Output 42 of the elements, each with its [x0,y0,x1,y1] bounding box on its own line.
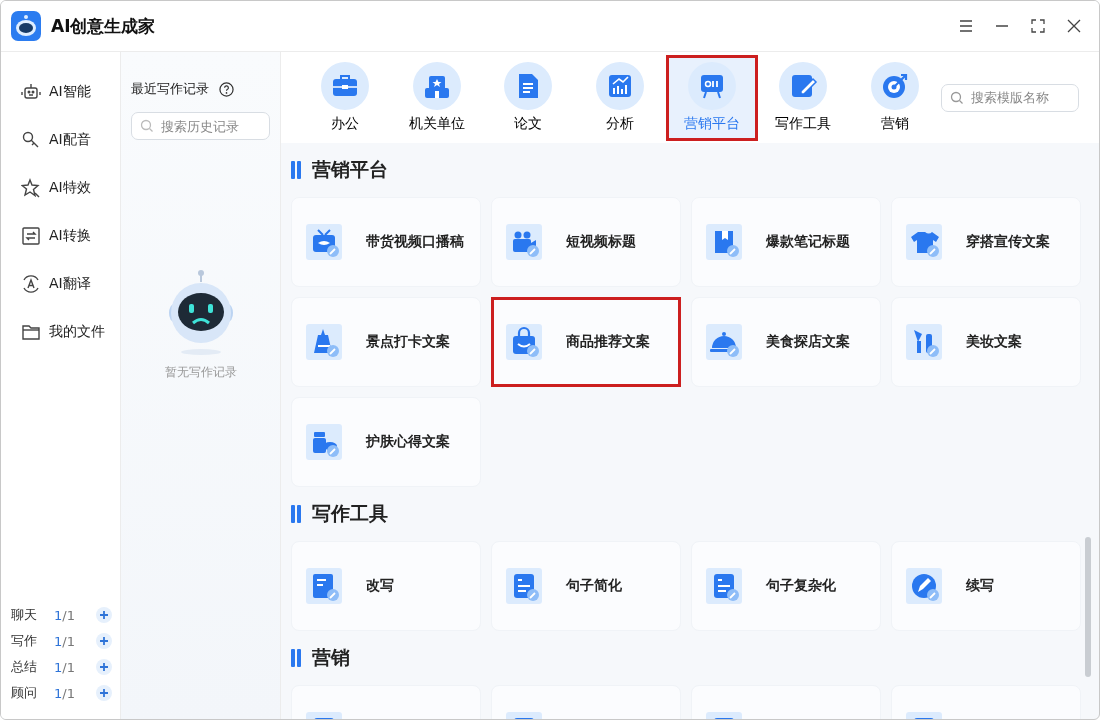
template-card[interactable]: 改写 [291,541,481,631]
section-title: 营销 [312,645,350,670]
quota-label: 顾问 [11,684,38,702]
category-tab[interactable]: 营销 [849,54,942,141]
quota-count: 1/1 [54,659,76,675]
template-card[interactable]: 景点打卡文案 [291,297,481,387]
quota-count: 1/1 [54,633,76,649]
history-search-field[interactable]: 搜索历史记录 [131,112,270,140]
nav-item[interactable]: AI智能 [21,78,95,106]
category-tab[interactable]: 写作工具 [757,54,850,141]
nav-item[interactable]: 我的文件 [21,318,109,346]
category-tab[interactable]: 分析 [574,54,666,141]
window-title: AI创意生成家 [51,14,156,38]
category-tab[interactable]: 营销平台 [665,54,758,141]
category-tab[interactable]: 论文 [482,54,575,141]
quota-label: 总结 [11,658,38,676]
template-card[interactable]: 句子复杂化 [691,541,881,631]
nav-item[interactable]: AI翻译 [21,270,95,298]
quota-count: 1/1 [54,607,76,623]
template-card[interactable]: 续写 [891,541,1081,631]
history-title: 最近写作记录 [131,80,209,98]
section-title: 写作工具 [312,501,388,526]
template-card[interactable]: 短视频标题 [491,197,681,287]
empty-history-text: 暂无写作记录 [164,364,237,381]
section-title: 营销平台 [312,157,388,182]
template-card[interactable]: 穿搭宣传文案 [891,197,1081,287]
category-tab[interactable]: 办公 [299,54,391,141]
category-tab[interactable]: 机关单位 [390,54,483,141]
template-card[interactable]: 商品推荐文案 [491,297,681,387]
template-card[interactable]: 爆款笔记标题 [691,197,881,287]
nav-item[interactable]: AI转换 [21,222,95,250]
template-search-field[interactable]: 搜索模版名称 [941,83,1079,112]
template-card[interactable]: 带货视频口播稿 [291,197,481,287]
template-card[interactable]: 美食探店文案 [691,297,881,387]
template-card[interactable]: 句子简化 [491,541,681,631]
quota-label: 聊天 [11,606,38,624]
template-card[interactable]: 护肤心得文案 [291,397,481,487]
template-card[interactable]: 美妆文案 [891,297,1081,387]
quota-count: 1/1 [54,685,76,701]
quota-label: 写作 [11,632,38,650]
nav-item[interactable]: AI配音 [21,126,95,154]
nav-item[interactable]: AI特效 [21,174,95,202]
